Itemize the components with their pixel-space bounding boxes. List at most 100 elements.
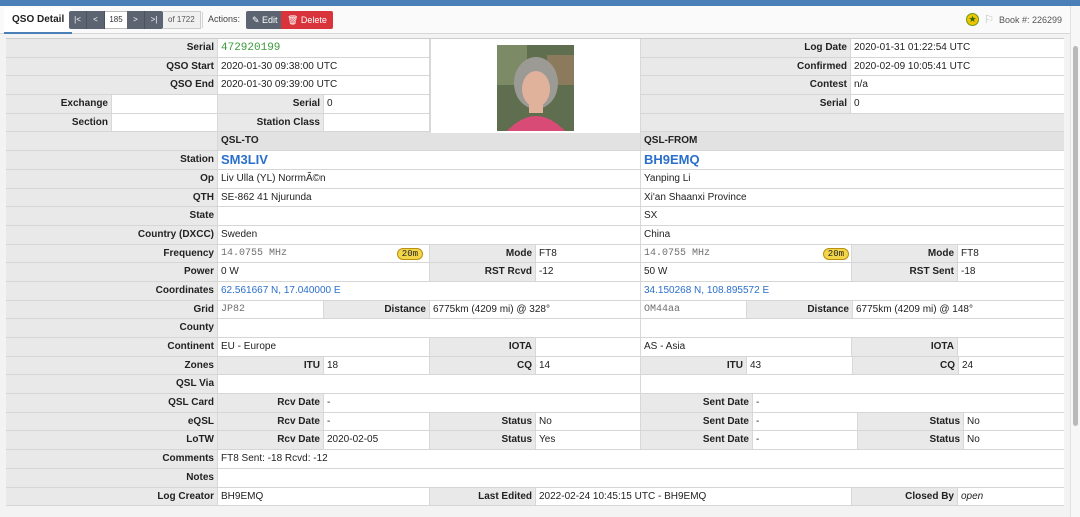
book-number: Book #: 226299 <box>998 14 1062 25</box>
to-qsl-via-value <box>218 375 641 394</box>
coordinates-label: Coordinates <box>6 281 218 300</box>
to-qth-value: SE-862 41 Njurunda <box>218 188 641 207</box>
to-frequency-text: 14.0755 MHz <box>221 247 288 259</box>
to-county-value <box>218 319 641 337</box>
status-label: Status <box>858 431 964 450</box>
eqsl-label: eQSL <box>6 412 218 431</box>
to-op-value: Liv Ulla (YL) NorrmÃ©n <box>218 169 641 188</box>
eqsl-from-status: No <box>964 412 1064 431</box>
table-row: QSL Via <box>6 375 1064 395</box>
blank-cell <box>6 132 218 151</box>
from-frequency-text: 14.0755 MHz <box>644 247 711 259</box>
qso-start-value: 2020-01-30 09:38:00 UTC <box>218 57 430 76</box>
sent-date-label: Sent Date <box>641 412 753 431</box>
exchange-serial-value: 0 <box>324 95 430 113</box>
table-row: Grid JP82 Distance 6775km (4209 mi) @ 32… <box>6 300 1064 320</box>
rcv-date-label: Rcv Date <box>218 431 324 450</box>
to-coordinates-link[interactable]: 62.561667 N, 17.040000 E <box>218 281 641 300</box>
to-country-value: Sweden <box>218 225 641 244</box>
last-edited-value: 2022-02-24 10:45:15 UTC - BH9EMQ <box>536 487 852 506</box>
from-itu-value: 43 <box>747 356 853 375</box>
from-state-value: SX <box>641 207 1064 225</box>
section-value <box>112 113 218 132</box>
qsl-card-rcv-value: - <box>324 394 641 412</box>
edit-button[interactable]: ✎ Edit <box>246 11 284 29</box>
table-row: Continent EU - Europe IOTA AS - Asia IOT… <box>6 338 1064 357</box>
rst-rcvd-label: RST Rcvd <box>430 263 536 281</box>
lotw-from-status: No <box>964 431 1064 450</box>
serial-label: Serial <box>6 39 218 57</box>
sent-date-label: Sent Date <box>641 431 753 450</box>
lotw-sent-value: - <box>753 431 858 450</box>
from-band-badge: 20m <box>822 247 849 260</box>
pager-first-button[interactable]: |< <box>69 11 87 29</box>
exchange-value <box>112 95 218 113</box>
comments-value: FT8 Sent: -18 Rcvd: -12 <box>218 450 1064 468</box>
status-label: Status <box>430 431 536 450</box>
log-date-value: 2020-01-31 01:22:54 UTC <box>851 39 1064 57</box>
tab-qso-detail[interactable]: QSO Detail <box>4 8 73 34</box>
table-row: Comments FT8 Sent: -18 Rcvd: -12 <box>6 450 1064 469</box>
qso-end-label: QSO End <box>6 76 218 95</box>
contest-label: Contest <box>641 76 851 95</box>
state-label: State <box>6 207 218 225</box>
grid-label: Grid <box>6 300 218 319</box>
pager-last-button[interactable]: >| <box>145 11 163 29</box>
page-scrollbar[interactable] <box>1070 6 1080 517</box>
rcv-date-label: Rcv Date <box>218 394 324 412</box>
confirmed-label: Confirmed <box>641 57 851 76</box>
table-row: Notes <box>6 468 1064 488</box>
delete-button[interactable]: 🗑 Delete <box>281 11 333 29</box>
from-power-value: 50 W <box>641 263 852 281</box>
mode-label: Mode <box>430 244 536 263</box>
from-qth-value: Xi'an Shaanxi Province <box>641 188 1064 207</box>
qsl-card-sent-value: - <box>753 394 1064 412</box>
eqsl-sent-value: - <box>753 412 858 431</box>
qsl-to-header: QSL-TO <box>218 132 641 151</box>
county-label: County <box>6 319 218 337</box>
log-creator-value: BH9EMQ <box>218 487 430 506</box>
rcv-date-label: Rcv Date <box>218 412 324 431</box>
pager-prev-button[interactable]: < <box>87 11 105 29</box>
station-label: Station <box>6 151 218 169</box>
serial-value: 472920199 <box>218 39 430 57</box>
from-qsl-via-value <box>641 375 1064 394</box>
scrollbar-thumb[interactable] <box>1073 46 1078 426</box>
to-mode-value: FT8 <box>536 244 641 263</box>
operator-photo[interactable] <box>497 44 574 131</box>
rst-rcvd-value: -12 <box>536 263 641 281</box>
from-mode-value: FT8 <box>958 244 1064 263</box>
itu-label: ITU <box>641 356 747 375</box>
to-station-link[interactable]: SM3LIV <box>218 151 641 169</box>
to-grid-value: JP82 <box>218 300 324 319</box>
flag-icon[interactable]: ⚐ <box>984 14 994 26</box>
pager-page-input[interactable]: 185 <box>105 11 127 29</box>
table-row: Frequency 14.0755 MHz 20m Mode FT8 14.07… <box>6 244 1064 264</box>
right-serial-label: Serial <box>641 95 851 113</box>
to-cq-value: 14 <box>536 356 641 375</box>
pager-next-button[interactable]: > <box>127 11 145 29</box>
rst-sent-value: -18 <box>958 263 1064 281</box>
photo-cell <box>430 38 641 133</box>
star-badge-icon[interactable]: ★ <box>966 13 980 26</box>
distance-label: Distance <box>324 300 430 319</box>
qsl-from-header: QSL-FROM <box>641 132 1064 151</box>
from-continent-value: AS - Asia <box>641 338 852 356</box>
station-class-label: Station Class <box>218 113 324 132</box>
from-station-link[interactable]: BH9EMQ <box>641 151 1064 169</box>
table-row: QSL Card Rcv Date - Sent Date - <box>6 394 1064 413</box>
lotw-label: LoTW <box>6 431 218 450</box>
country-label: Country (DXCC) <box>6 225 218 244</box>
table-row: Log Creator BH9EMQ Last Edited 2022-02-2… <box>6 487 1064 507</box>
from-distance-value: 6775km (4209 mi) @ 148° <box>853 300 1064 319</box>
cq-label: CQ <box>430 356 536 375</box>
right-serial-value: 0 <box>851 95 1064 113</box>
table-row: LoTW Rcv Date 2020-02-05 Status Yes Sent… <box>6 431 1064 451</box>
from-coordinates-link[interactable]: 34.150268 N, 108.895572 E <box>641 281 1064 300</box>
iota-label: IOTA <box>430 338 536 356</box>
cq-label: CQ <box>853 356 959 375</box>
iota-label: IOTA <box>852 338 958 356</box>
to-band-badge: 20m <box>396 247 423 260</box>
zones-label: Zones <box>6 356 218 375</box>
status-label: Status <box>858 412 964 431</box>
